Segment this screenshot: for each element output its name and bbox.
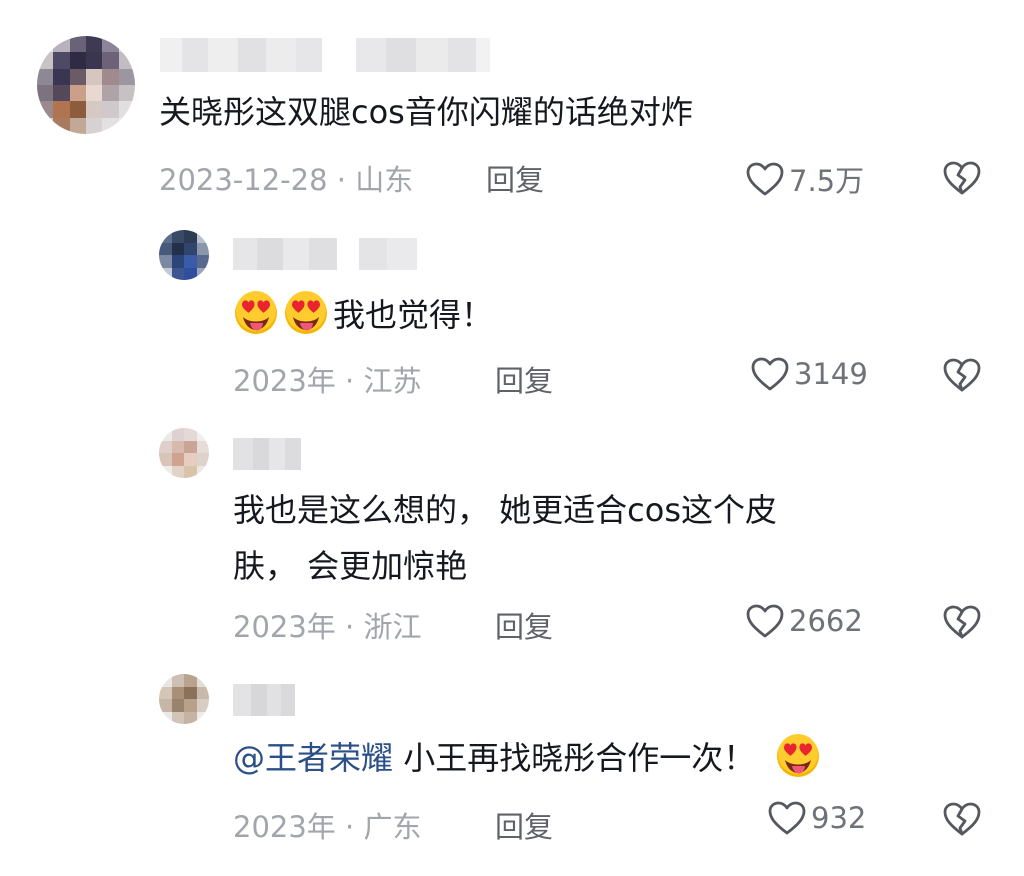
broken-heart-icon[interactable] — [942, 160, 982, 196]
comment-meta: 2023年 · 江苏 — [233, 358, 421, 400]
comment-location: 江苏 — [363, 364, 422, 398]
comment-body: 小王再找晓彤合作一次！ — [393, 739, 756, 777]
like-button[interactable]: 932 — [767, 800, 866, 836]
comment-date: 2023年 — [233, 364, 336, 398]
star-struck-tongue-emoji — [775, 733, 821, 779]
comment-location: 广东 — [363, 810, 422, 844]
broken-heart-icon[interactable] — [942, 801, 982, 837]
comment-location: 山东 — [355, 163, 414, 197]
comment-text: 我也觉得！ — [233, 287, 493, 343]
star-struck-tongue-emoji — [283, 290, 329, 336]
avatar[interactable] — [37, 36, 135, 134]
comment-meta: 2023年 · 广东 — [233, 804, 421, 846]
comment-date: 2023年 — [233, 810, 336, 844]
meta-separator: · — [335, 610, 364, 644]
like-button[interactable]: 2662 — [745, 603, 863, 639]
comment-text: 我也是这么想的， 她更适合cos这个皮 肤， 会更加惊艳 — [233, 482, 777, 594]
comment-line: 我也是这么想的， 她更适合cos这个皮 — [233, 491, 778, 529]
heart-outline-icon — [750, 356, 790, 392]
username-obscured[interactable] — [233, 238, 417, 270]
comment-date: 2023-12-28 — [159, 163, 328, 197]
star-struck-tongue-emoji — [233, 290, 279, 336]
like-count: 932 — [811, 801, 867, 835]
like-count: 7.5万 — [789, 164, 865, 198]
comment-date: 2023年 — [233, 610, 336, 644]
broken-heart-icon[interactable] — [942, 604, 982, 640]
like-button[interactable]: 7.5万 — [745, 158, 864, 200]
like-count: 3149 — [794, 357, 868, 391]
like-count: 2662 — [789, 604, 863, 638]
reply-button[interactable]: 回复 — [486, 157, 544, 199]
reply-button[interactable]: 回复 — [495, 604, 553, 646]
avatar[interactable] — [159, 674, 209, 724]
comment-line: 肤， 会更加惊艳 — [233, 547, 468, 585]
mention-link[interactable]: @王者荣耀 — [233, 739, 393, 777]
comment-body: 我也觉得！ — [333, 296, 494, 334]
comment-location: 浙江 — [363, 610, 422, 644]
broken-heart-icon[interactable] — [942, 357, 982, 393]
meta-separator: · — [335, 810, 364, 844]
meta-separator: · — [335, 364, 364, 398]
like-button[interactable]: 3149 — [750, 356, 868, 392]
avatar[interactable] — [159, 428, 209, 478]
comment-text: 关晓彤这双腿cos音你闪耀的话绝对炸 — [159, 93, 693, 131]
username-obscured[interactable] — [233, 684, 295, 716]
username-obscured[interactable] — [160, 38, 490, 72]
heart-outline-icon — [745, 603, 785, 639]
meta-separator: · — [327, 163, 356, 197]
comment-meta: 2023-12-28 · 山东 — [159, 157, 413, 199]
heart-outline-icon — [767, 800, 807, 836]
comment-meta: 2023年 · 浙江 — [233, 604, 421, 646]
avatar[interactable] — [159, 230, 209, 280]
reply-button[interactable]: 回复 — [495, 358, 553, 400]
comment-text: @王者荣耀 小王再找晓彤合作一次！ — [233, 730, 825, 786]
heart-outline-icon — [745, 161, 785, 197]
reply-button[interactable]: 回复 — [495, 804, 553, 846]
username-obscured[interactable] — [233, 438, 301, 470]
